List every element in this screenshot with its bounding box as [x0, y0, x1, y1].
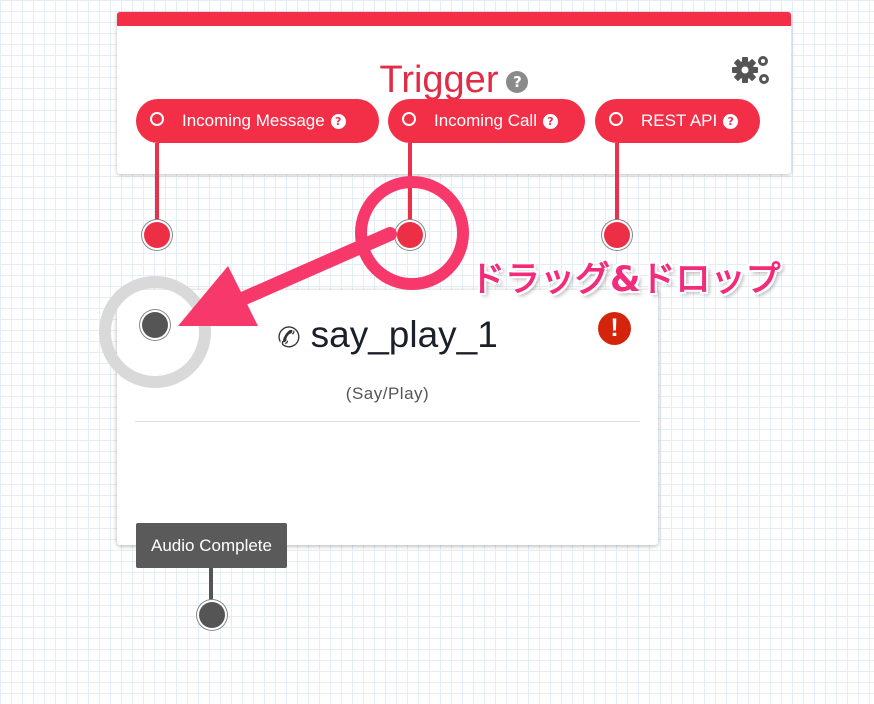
output-label: Incoming Call: [434, 111, 537, 130]
widget-type: (Say/Play): [345, 384, 430, 403]
output-port-rest-api[interactable]: [604, 222, 630, 248]
trigger-title-text: Trigger: [379, 59, 499, 101]
radio-ring-icon: [402, 112, 416, 126]
trigger-widget[interactable]: Trigger?: [117, 12, 791, 174]
gears-icon[interactable]: [731, 52, 775, 88]
drag-and-drop-label: ドラッグ&ドロップ: [470, 260, 781, 300]
drag-arrow-icon: [178, 227, 397, 326]
trigger-output-rest-api[interactable]: REST API?: [595, 99, 760, 143]
trigger-help-icon[interactable]: ?: [506, 70, 529, 93]
output-port-incoming-message[interactable]: [144, 222, 170, 248]
help-icon[interactable]: ?: [543, 114, 558, 130]
connector-stem: [615, 143, 619, 223]
radio-ring-icon: [609, 112, 623, 126]
help-icon[interactable]: ?: [330, 114, 346, 130]
trigger-title: Trigger?: [117, 58, 791, 102]
divider: [135, 421, 640, 422]
trigger-output-incoming-call[interactable]: Incoming Call?: [388, 99, 585, 143]
widget-input-port[interactable]: [142, 312, 168, 338]
output-label: Incoming Message: [182, 111, 325, 130]
connector-stem: [155, 143, 159, 223]
output-label: REST API: [641, 111, 718, 130]
transition-audio-complete[interactable]: Audio Complete: [136, 523, 287, 568]
error-icon[interactable]: !: [598, 312, 631, 345]
trigger-output-incoming-message[interactable]: Incoming Message?: [136, 99, 379, 143]
output-port-audio-complete[interactable]: [199, 602, 225, 628]
radio-ring-icon: [150, 112, 164, 126]
help-icon[interactable]: ?: [723, 114, 739, 130]
